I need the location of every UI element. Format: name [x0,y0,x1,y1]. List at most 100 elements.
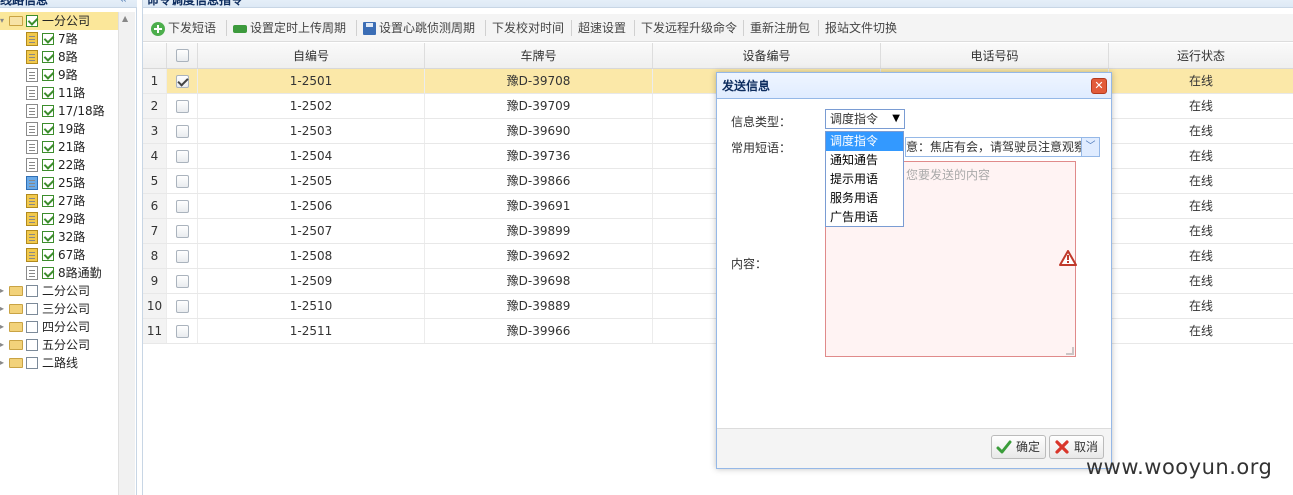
tree-checkbox[interactable] [26,303,38,315]
tree-checkbox[interactable] [42,231,54,243]
expand-right-icon[interactable]: ▸ [0,354,8,372]
column-header-id[interactable]: 自编号 [198,43,425,68]
tree-node-company[interactable]: ▸ 四分公司 [0,318,118,336]
common-phrase-combo[interactable]: 意：焦店有会，请驾驶员注意观察 ﹀ [905,137,1100,157]
chevron-down-icon[interactable]: ﹀ [1081,138,1099,156]
watermark: www.wooyun.org [1086,455,1273,479]
tree-node-route[interactable]: 11路 [0,84,118,102]
tree-node-route[interactable]: 17/18路 [0,102,118,120]
scroll-up-icon[interactable]: ▲ [122,14,128,23]
tree-node-route[interactable]: 19路 [0,120,118,138]
tree-node-route[interactable]: 9路 [0,66,118,84]
overspeed-setting-button[interactable]: 超速设置 [578,18,626,38]
confirm-button[interactable]: 确定 [991,435,1047,459]
dropdown-option[interactable]: 广告用语 [826,208,903,227]
send-remote-upgrade-button[interactable]: 下发远程升级命令 [641,18,737,38]
row-checkbox[interactable] [176,275,189,288]
row-checkbox[interactable] [176,300,189,313]
tree-node-company[interactable]: ▸ 二分公司 [0,282,118,300]
expand-right-icon[interactable]: ▸ [0,318,8,336]
tree-node-route[interactable]: 25路 [0,174,118,192]
row-checkbox[interactable] [176,200,189,213]
column-header-plate[interactable]: 车牌号 [425,43,653,68]
tree-node-route[interactable]: 32路 [0,228,118,246]
re-register-button[interactable]: 重新注册包 [750,18,810,38]
tree-node-route[interactable]: 27路 [0,192,118,210]
tree-checkbox[interactable] [26,285,38,297]
tree-node-company[interactable]: ▸ 二路线 [0,354,118,372]
dialog-footer: 确定 取消 [717,428,1111,468]
set-heartbeat-period-button[interactable]: 设置心跳侦测周期 [363,18,475,38]
column-header-status[interactable]: 运行状态 [1109,43,1293,68]
dropdown-option[interactable]: 通知通告 [826,151,903,170]
tree-checkbox[interactable] [42,141,54,153]
select-all-checkbox[interactable] [176,49,189,62]
dropdown-option[interactable]: 服务用语 [826,189,903,208]
cell-plate: 豫D-39866 [425,169,653,193]
tree-node-company[interactable]: ▸ 五分公司 [0,336,118,354]
dropdown-option[interactable]: 提示用语 [826,170,903,189]
column-header-phone[interactable]: 电话号码 [881,43,1109,68]
cell-status: 在线 [1109,94,1293,118]
tree-checkbox[interactable] [42,267,54,279]
row-checkbox[interactable] [176,225,189,238]
tree-scrollbar[interactable]: ▲ [118,12,135,495]
row-checkbox[interactable] [176,125,189,138]
row-checkbox[interactable] [176,75,189,88]
close-icon[interactable]: ✕ [1091,78,1107,94]
row-checkbox[interactable] [176,175,189,188]
row-select-cell [167,319,198,343]
cell-plate: 豫D-39698 [425,269,653,293]
expand-right-icon[interactable]: ▸ [0,336,8,354]
cell-plate: 豫D-39709 [425,94,653,118]
tree-checkbox[interactable] [42,69,54,81]
tree-node-route[interactable]: 8路通勤 [0,264,118,282]
tree-checkbox[interactable] [42,159,54,171]
row-checkbox[interactable] [176,150,189,163]
tree-node-label: 8路通勤 [58,266,102,280]
common-phrase-value: 意：焦店有会，请驾驶员注意观察 [906,140,1087,154]
tree-node-company[interactable]: ▸ 三分公司 [0,300,118,318]
tree-checkbox[interactable] [42,195,54,207]
message-type-select[interactable]: 调度指令 ▼ [825,109,905,129]
set-upload-period-button[interactable]: 设置定时上传周期 [233,18,346,38]
tree-checkbox[interactable] [26,357,38,369]
tree-checkbox[interactable] [26,15,38,27]
send-phrase-button[interactable]: 下发短语 [151,18,216,38]
tree-checkbox[interactable] [42,87,54,99]
tree-checkbox[interactable] [42,213,54,225]
tree-node-company[interactable]: ▾ 一分公司 [0,12,118,30]
row-checkbox[interactable] [176,250,189,263]
expand-down-icon[interactable]: ▾ [0,12,8,30]
tree-node-label: 11路 [58,86,86,100]
tree-node-route[interactable]: 21路 [0,138,118,156]
tree-node-route[interactable]: 8路 [0,48,118,66]
tree-node-route[interactable]: 22路 [0,156,118,174]
tree-checkbox[interactable] [42,33,54,45]
tree-checkbox[interactable] [26,321,38,333]
cell-id: 1-2502 [198,94,425,118]
expand-right-icon[interactable]: ▸ [0,282,8,300]
dialog-title: 发送信息 [722,79,771,93]
tree-node-route[interactable]: 67路 [0,246,118,264]
row-checkbox[interactable] [176,100,189,113]
row-checkbox[interactable] [176,325,189,338]
tree-checkbox[interactable] [42,123,54,135]
switch-station-file-button[interactable]: 报站文件切换 [825,18,897,38]
tree-checkbox[interactable] [26,339,38,351]
tree-node-route[interactable]: 29路 [0,210,118,228]
tree-checkbox[interactable] [42,105,54,117]
resize-grip-icon[interactable] [1066,347,1074,355]
column-header-device[interactable]: 设备编号 [653,43,881,68]
dropdown-option[interactable]: 调度指令 [826,132,903,151]
tree-node-route[interactable]: 7路 [0,30,118,48]
cell-status: 在线 [1109,269,1293,293]
send-time-sync-button[interactable]: 下发校对时间 [492,18,564,38]
dialog-titlebar[interactable]: 发送信息 ✕ [717,73,1111,99]
tree-checkbox[interactable] [42,249,54,261]
warning-icon [1059,250,1077,266]
tree-checkbox[interactable] [42,51,54,63]
collapse-panel-icon[interactable]: « [119,0,127,8]
tree-checkbox[interactable] [42,177,54,189]
expand-right-icon[interactable]: ▸ [0,300,8,318]
